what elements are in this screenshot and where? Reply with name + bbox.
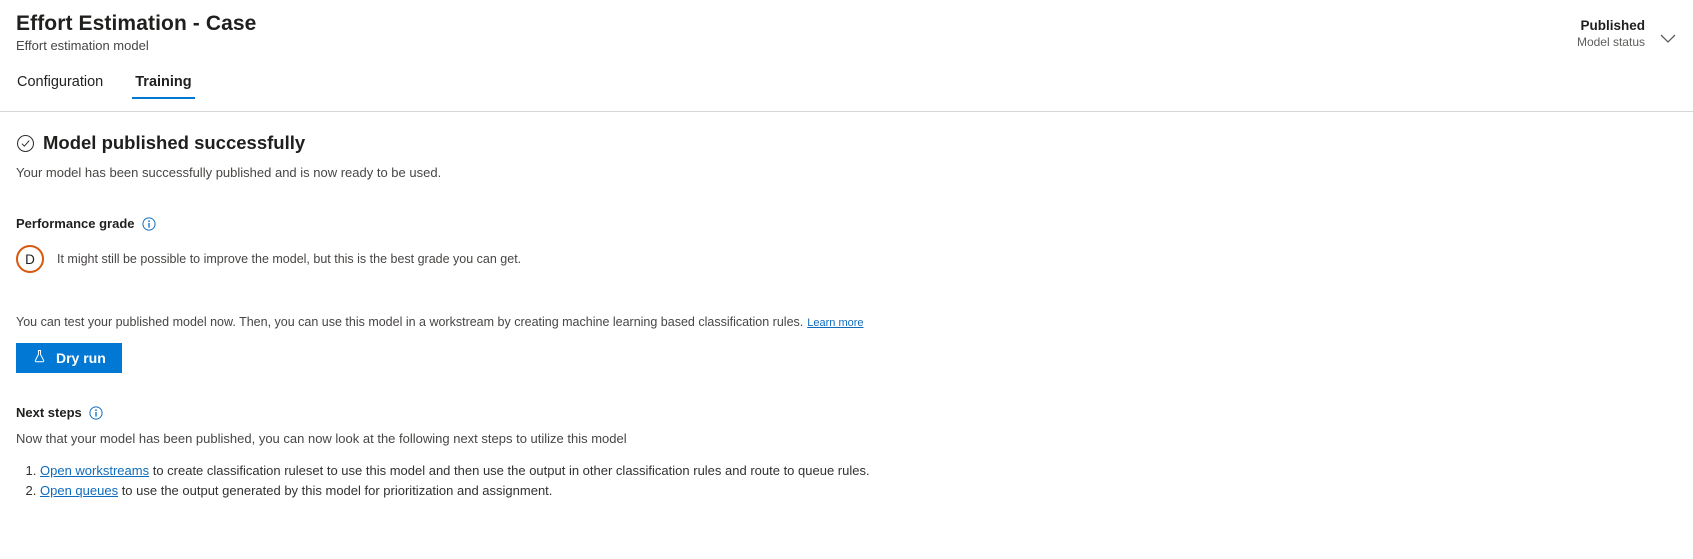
model-status-label: Model status: [1576, 35, 1645, 49]
check-circle-icon: [16, 134, 35, 153]
performance-grade-header: Performance grade: [16, 216, 1677, 231]
next-steps-header: Next steps: [16, 405, 1677, 420]
grade-badge: D: [16, 245, 44, 273]
tab-bar: Configuration Training: [14, 70, 196, 99]
performance-grade-label: Performance grade: [16, 216, 135, 231]
grade-description: It might still be possible to improve th…: [57, 252, 522, 266]
next-steps-description: Now that your model has been published, …: [16, 431, 627, 446]
success-subtitle: Your model has been successfully publish…: [16, 165, 442, 180]
list-item: Open queues to use the output generated …: [40, 482, 1677, 500]
info-icon[interactable]: [141, 216, 156, 231]
flask-icon: [32, 349, 47, 367]
success-banner: Model published successfully: [16, 132, 1677, 154]
next-steps-label: Next steps: [16, 405, 82, 420]
model-status-value: Published: [1580, 18, 1645, 33]
tab-training[interactable]: Training: [132, 70, 196, 99]
dry-run-button[interactable]: Dry run: [16, 343, 122, 373]
page-header: Effort Estimation - Case Effort estimati…: [0, 0, 1693, 112]
dry-run-label: Dry run: [56, 350, 106, 366]
test-model-text: You can test your published model now. T…: [16, 315, 1677, 329]
tab-configuration[interactable]: Configuration: [14, 70, 106, 99]
open-workstreams-link[interactable]: Open workstreams: [40, 463, 149, 478]
next-steps-list: Open workstreams to create classificatio…: [16, 462, 1677, 500]
chevron-down-icon[interactable]: [1657, 27, 1679, 49]
model-status-block: Published Model status: [1577, 17, 1645, 50]
success-title: Model published successfully: [43, 132, 306, 153]
performance-grade-row: D It might still be possible to improve …: [16, 245, 1677, 273]
list-item: Open workstreams to create classificatio…: [40, 462, 1677, 480]
test-model-sentence: You can test your published model now. T…: [16, 315, 804, 329]
page-title: Effort Estimation - Case: [16, 12, 257, 35]
list-item-text: to use the output generated by this mode…: [118, 483, 553, 498]
open-queues-link[interactable]: Open queues: [40, 483, 118, 498]
page-subtitle: Effort estimation model: [16, 38, 149, 53]
main-content: Model published successfully Your model …: [0, 132, 1693, 500]
learn-more-link[interactable]: Learn more: [807, 317, 863, 329]
list-item-text: to create classification ruleset to use …: [149, 463, 870, 478]
info-icon[interactable]: [89, 405, 103, 420]
